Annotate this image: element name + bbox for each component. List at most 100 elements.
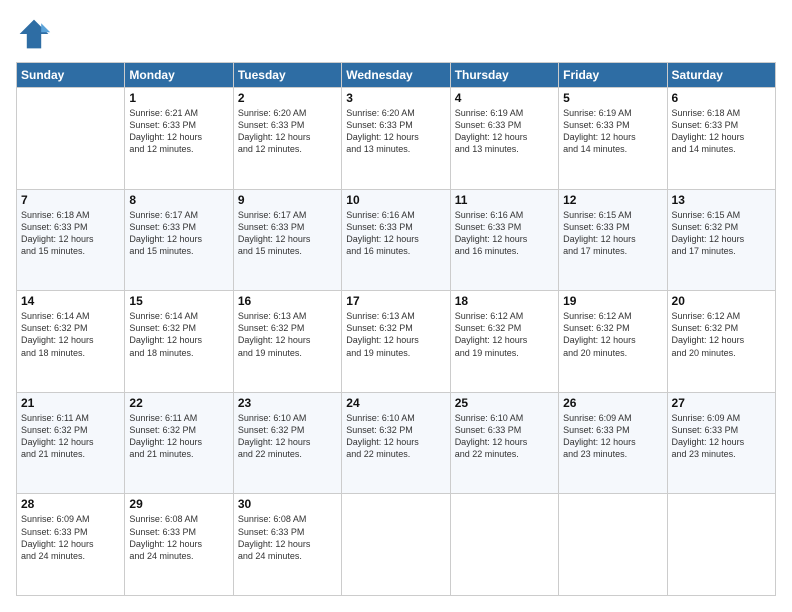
weekday-header-monday: Monday [125, 63, 233, 88]
calendar-cell: 25 Sunrise: 6:10 AM Sunset: 6:33 PM Dayli… [450, 392, 558, 494]
calendar-cell: 20 Sunrise: 6:12 AM Sunset: 6:32 PM Dayli… [667, 291, 775, 393]
day-number: 4 [455, 91, 554, 105]
calendar-cell: 8Sunrise: 6:17 AM Sunset: 6:33 PM Daylig… [125, 189, 233, 291]
day-info: Sunrise: 6:18 AM Sunset: 6:33 PM Dayligh… [21, 209, 120, 258]
day-number: 5 [563, 91, 662, 105]
calendar-cell: 2 Sunrise: 6:20 AM Sunset: 6:33 PM Daylig… [233, 88, 341, 190]
week-row-2: 7Sunrise: 6:18 AM Sunset: 6:33 PM Daylig… [17, 189, 776, 291]
day-info: Sunrise: 6:19 AM Sunset: 6:33 PM Dayligh… [455, 107, 554, 156]
calendar-cell: 21 Sunrise: 6:11 AM Sunset: 6:32 PM Dayli… [17, 392, 125, 494]
calendar-cell [667, 494, 775, 596]
week-row-5: 28Sunrise: 6:09 AM Sunset: 6:33 PM Dayli… [17, 494, 776, 596]
calendar-cell: 1 Sunrise: 6:21 AM Sunset: 6:33 PM Daylig… [125, 88, 233, 190]
day-info: Sunrise: 6:09 AM Sunset: 6:33 PM Dayligh… [563, 412, 662, 461]
calendar-cell: 13 Sunrise: 6:15 AM Sunset: 6:32 PM Dayli… [667, 189, 775, 291]
day-info: Sunrise: 6:18 AM Sunset: 6:33 PM Dayligh… [672, 107, 771, 156]
day-number: 15 [129, 294, 228, 308]
calendar-cell: 9Sunrise: 6:17 AM Sunset: 6:33 PM Daylig… [233, 189, 341, 291]
day-info: Sunrise: 6:10 AM Sunset: 6:32 PM Dayligh… [238, 412, 337, 461]
weekday-header-saturday: Saturday [667, 63, 775, 88]
day-number: 16 [238, 294, 337, 308]
day-info: Sunrise: 6:09 AM Sunset: 6:33 PM Dayligh… [21, 513, 120, 562]
day-number: 23 [238, 396, 337, 410]
calendar-cell: 19Sunrise: 6:12 AM Sunset: 6:32 PM Dayli… [559, 291, 667, 393]
day-number: 20 [672, 294, 771, 308]
day-number: 1 [129, 91, 228, 105]
day-info: Sunrise: 6:10 AM Sunset: 6:33 PM Dayligh… [455, 412, 554, 461]
calendar-cell: 3 Sunrise: 6:20 AM Sunset: 6:33 PM Daylig… [342, 88, 450, 190]
day-number: 18 [455, 294, 554, 308]
calendar-cell: 28Sunrise: 6:09 AM Sunset: 6:33 PM Dayli… [17, 494, 125, 596]
day-info: Sunrise: 6:08 AM Sunset: 6:33 PM Dayligh… [129, 513, 228, 562]
calendar-cell: 24 Sunrise: 6:10 AM Sunset: 6:32 PM Dayli… [342, 392, 450, 494]
day-info: Sunrise: 6:20 AM Sunset: 6:33 PM Dayligh… [238, 107, 337, 156]
weekday-row: SundayMondayTuesdayWednesdayThursdayFrid… [17, 63, 776, 88]
calendar-cell: 11Sunrise: 6:16 AM Sunset: 6:33 PM Dayli… [450, 189, 558, 291]
day-number: 25 [455, 396, 554, 410]
logo-icon [16, 16, 52, 52]
day-info: Sunrise: 6:08 AM Sunset: 6:33 PM Dayligh… [238, 513, 337, 562]
calendar-cell: 12Sunrise: 6:15 AM Sunset: 6:33 PM Dayli… [559, 189, 667, 291]
calendar-cell: 30 Sunrise: 6:08 AM Sunset: 6:33 PM Dayli… [233, 494, 341, 596]
weekday-header-thursday: Thursday [450, 63, 558, 88]
calendar-cell: 26 Sunrise: 6:09 AM Sunset: 6:33 PM Dayli… [559, 392, 667, 494]
calendar-cell: 14Sunrise: 6:14 AM Sunset: 6:32 PM Dayli… [17, 291, 125, 393]
calendar-cell [17, 88, 125, 190]
day-number: 27 [672, 396, 771, 410]
calendar-cell: 29Sunrise: 6:08 AM Sunset: 6:33 PM Dayli… [125, 494, 233, 596]
calendar-cell: 10 Sunrise: 6:16 AM Sunset: 6:33 PM Dayli… [342, 189, 450, 291]
calendar-cell: 15 Sunrise: 6:14 AM Sunset: 6:32 PM Dayli… [125, 291, 233, 393]
weekday-header-tuesday: Tuesday [233, 63, 341, 88]
header [16, 16, 776, 52]
day-info: Sunrise: 6:09 AM Sunset: 6:33 PM Dayligh… [672, 412, 771, 461]
day-info: Sunrise: 6:15 AM Sunset: 6:32 PM Dayligh… [672, 209, 771, 258]
calendar-cell: 27 Sunrise: 6:09 AM Sunset: 6:33 PM Dayli… [667, 392, 775, 494]
day-info: Sunrise: 6:13 AM Sunset: 6:32 PM Dayligh… [346, 310, 445, 359]
day-info: Sunrise: 6:20 AM Sunset: 6:33 PM Dayligh… [346, 107, 445, 156]
calendar-table: SundayMondayTuesdayWednesdayThursdayFrid… [16, 62, 776, 596]
weekday-header-wednesday: Wednesday [342, 63, 450, 88]
calendar-body: 1 Sunrise: 6:21 AM Sunset: 6:33 PM Daylig… [17, 88, 776, 596]
day-number: 2 [238, 91, 337, 105]
day-info: Sunrise: 6:10 AM Sunset: 6:32 PM Dayligh… [346, 412, 445, 461]
day-number: 10 [346, 193, 445, 207]
calendar-cell [450, 494, 558, 596]
day-info: Sunrise: 6:14 AM Sunset: 6:32 PM Dayligh… [129, 310, 228, 359]
day-info: Sunrise: 6:19 AM Sunset: 6:33 PM Dayligh… [563, 107, 662, 156]
weekday-header-friday: Friday [559, 63, 667, 88]
calendar-cell: 22 Sunrise: 6:11 AM Sunset: 6:32 PM Dayli… [125, 392, 233, 494]
calendar-cell: 6 Sunrise: 6:18 AM Sunset: 6:33 PM Daylig… [667, 88, 775, 190]
day-info: Sunrise: 6:14 AM Sunset: 6:32 PM Dayligh… [21, 310, 120, 359]
day-info: Sunrise: 6:13 AM Sunset: 6:32 PM Dayligh… [238, 310, 337, 359]
calendar-cell: 18 Sunrise: 6:12 AM Sunset: 6:32 PM Dayli… [450, 291, 558, 393]
logo [16, 16, 56, 52]
calendar-cell: 17Sunrise: 6:13 AM Sunset: 6:32 PM Dayli… [342, 291, 450, 393]
calendar-header: SundayMondayTuesdayWednesdayThursdayFrid… [17, 63, 776, 88]
day-info: Sunrise: 6:16 AM Sunset: 6:33 PM Dayligh… [346, 209, 445, 258]
calendar-cell: 4 Sunrise: 6:19 AM Sunset: 6:33 PM Daylig… [450, 88, 558, 190]
day-info: Sunrise: 6:21 AM Sunset: 6:33 PM Dayligh… [129, 107, 228, 156]
day-number: 30 [238, 497, 337, 511]
day-number: 12 [563, 193, 662, 207]
calendar-cell: 7Sunrise: 6:18 AM Sunset: 6:33 PM Daylig… [17, 189, 125, 291]
day-number: 3 [346, 91, 445, 105]
day-number: 24 [346, 396, 445, 410]
day-number: 19 [563, 294, 662, 308]
day-info: Sunrise: 6:11 AM Sunset: 6:32 PM Dayligh… [129, 412, 228, 461]
day-number: 26 [563, 396, 662, 410]
weekday-header-sunday: Sunday [17, 63, 125, 88]
week-row-3: 14Sunrise: 6:14 AM Sunset: 6:32 PM Dayli… [17, 291, 776, 393]
calendar-cell: 5 Sunrise: 6:19 AM Sunset: 6:33 PM Daylig… [559, 88, 667, 190]
day-info: Sunrise: 6:11 AM Sunset: 6:32 PM Dayligh… [21, 412, 120, 461]
week-row-4: 21 Sunrise: 6:11 AM Sunset: 6:32 PM Dayli… [17, 392, 776, 494]
day-number: 6 [672, 91, 771, 105]
day-info: Sunrise: 6:12 AM Sunset: 6:32 PM Dayligh… [672, 310, 771, 359]
day-number: 9 [238, 193, 337, 207]
day-info: Sunrise: 6:17 AM Sunset: 6:33 PM Dayligh… [129, 209, 228, 258]
day-number: 22 [129, 396, 228, 410]
day-info: Sunrise: 6:12 AM Sunset: 6:32 PM Dayligh… [455, 310, 554, 359]
day-number: 21 [21, 396, 120, 410]
day-number: 13 [672, 193, 771, 207]
calendar-cell: 16 Sunrise: 6:13 AM Sunset: 6:32 PM Dayli… [233, 291, 341, 393]
week-row-1: 1 Sunrise: 6:21 AM Sunset: 6:33 PM Daylig… [17, 88, 776, 190]
